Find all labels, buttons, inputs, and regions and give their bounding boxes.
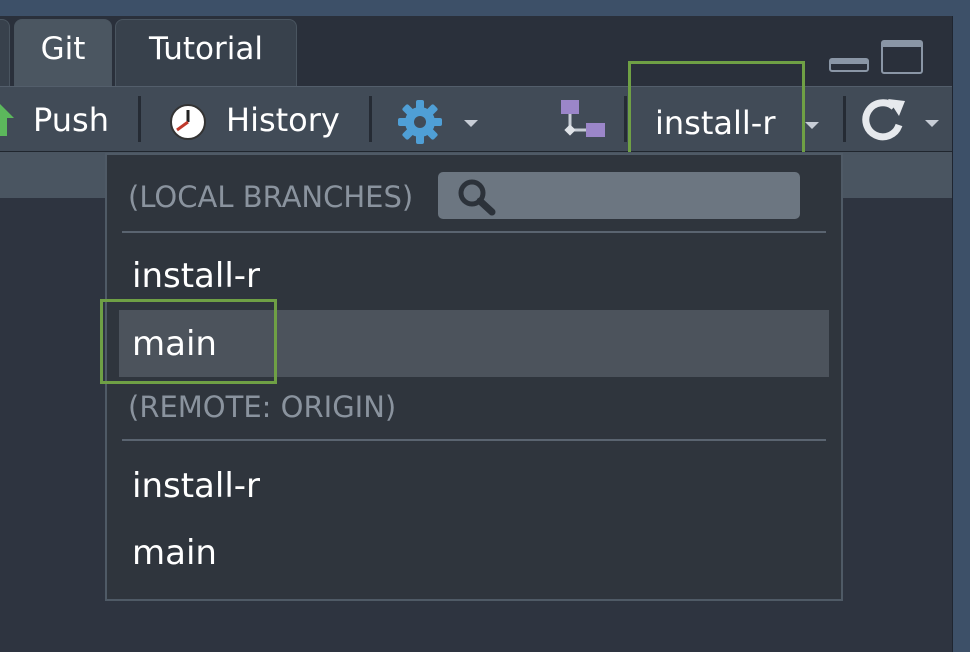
tab-tutorial[interactable]: Tutorial: [115, 19, 297, 86]
tab-git-label: Git: [40, 31, 86, 67]
toolbar-divider: [843, 96, 846, 142]
tab-git[interactable]: Git: [14, 19, 112, 86]
branch-item-remote-install-r[interactable]: install-r: [132, 464, 260, 508]
history-clock-icon: [170, 104, 206, 140]
push-arrow-icon: [0, 104, 14, 136]
branch-item-remote-main[interactable]: main: [132, 531, 217, 575]
push-label: Push: [33, 101, 109, 139]
history-button[interactable]: History: [226, 100, 340, 140]
tab-tutorial-label: Tutorial: [149, 31, 263, 67]
toolbar-divider: [138, 96, 141, 142]
search-icon: [458, 179, 496, 216]
main-branch-highlight: [100, 299, 277, 384]
refresh-icon[interactable]: [861, 97, 911, 143]
refresh-dropdown-caret-icon[interactable]: [925, 120, 939, 127]
dropdown-divider: [122, 439, 826, 441]
toolbar-divider: [369, 96, 372, 142]
gear-icon[interactable]: [397, 99, 443, 145]
dropdown-divider: [122, 231, 826, 233]
minimize-pane-icon[interactable]: [829, 58, 869, 72]
toolbar-divider: [624, 96, 627, 142]
branch-dropdown-caret-icon[interactable]: [805, 122, 819, 129]
tab-previous[interactable]: [0, 19, 10, 86]
git-toolbar: [0, 86, 952, 152]
history-label: History: [226, 101, 340, 139]
branch-icon[interactable]: [559, 99, 607, 141]
push-button[interactable]: Push: [33, 100, 109, 140]
gear-dropdown-caret-icon[interactable]: [464, 120, 478, 127]
branch-item-local-install-r[interactable]: install-r: [132, 254, 260, 298]
local-branches-header: (LOCAL BRANCHES): [128, 180, 414, 214]
remote-origin-header: (REMOTE: ORIGIN): [128, 390, 397, 424]
maximize-pane-icon[interactable]: [881, 40, 923, 74]
